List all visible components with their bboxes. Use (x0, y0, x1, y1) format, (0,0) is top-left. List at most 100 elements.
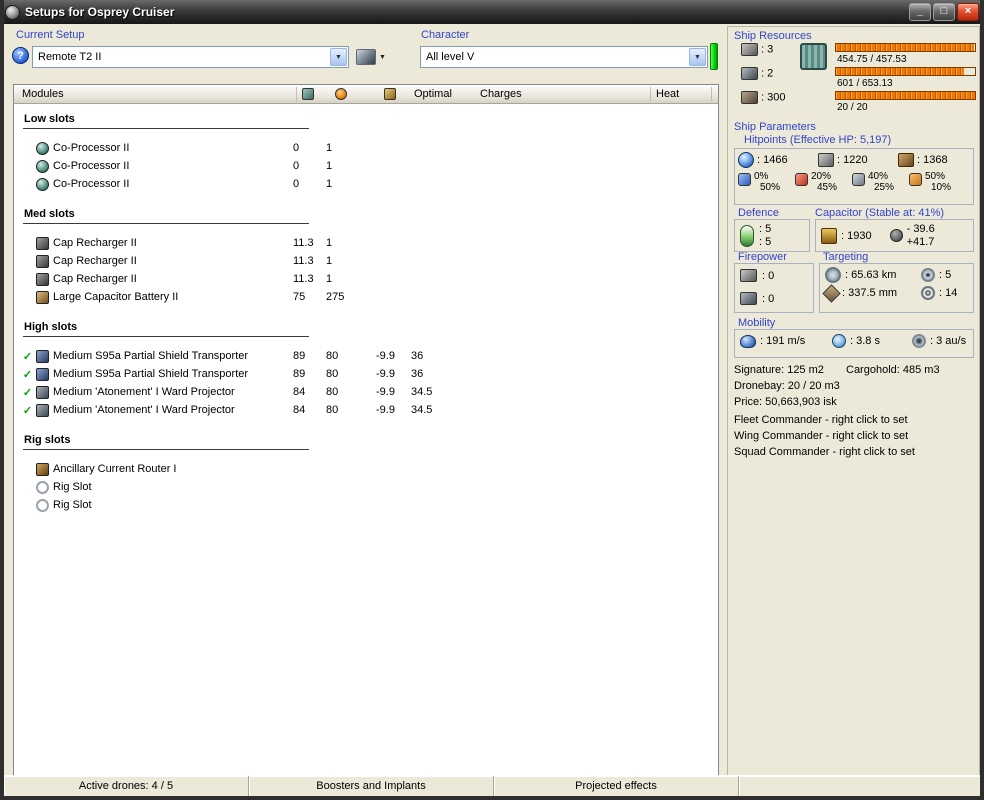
module-row[interactable]: Ancillary Current Router I (14, 460, 718, 478)
hitpoints-box: : 1466 : 1220 : 1368 0% 50% 20% 45% 40% … (734, 148, 974, 205)
fleet-commander-text[interactable]: Fleet Commander - right click to set (734, 414, 908, 426)
maximize-button[interactable]: □ (933, 3, 955, 21)
module-pg-value: 1 (326, 255, 333, 267)
turret-hardpoints: : 3 (741, 43, 773, 56)
sensor-strength-value: : 14 (939, 287, 958, 299)
active-drones-tab[interactable]: Active drones: 4 / 5 (4, 776, 249, 796)
launcher-hardpoints: : 2 (741, 67, 773, 80)
targeting-box: : 65.63 km : 5 : 337.5 mm : 14 (819, 263, 974, 313)
turret-dps-icon (740, 269, 757, 282)
cpu-usage-text: 454.75 / 457.53 (837, 54, 907, 65)
module-row[interactable]: ✓ Medium 'Atonement' I Ward Projector 84… (14, 383, 718, 401)
defence-top-value: : 5 (759, 222, 772, 235)
shield-repair-icon (740, 224, 754, 247)
module-row[interactable]: Rig Slot (14, 478, 718, 496)
module-row[interactable]: Co-Processor II 0 1 (14, 157, 718, 175)
scan-resolution-value: : 337.5 mm (842, 287, 898, 299)
close-button[interactable]: × (957, 3, 979, 21)
targeting-range-value: : 65.63 km (845, 269, 897, 281)
targeting-label: Targeting (823, 251, 869, 263)
minimize-button[interactable]: _ (909, 3, 931, 21)
module-row[interactable]: Cap Recharger II 11.3 1 (14, 234, 718, 252)
firepower-label: Firepower (738, 251, 787, 263)
powergrid-usage-bar (835, 67, 976, 76)
module-pg-value: 1 (326, 178, 333, 190)
module-icon (36, 403, 49, 417)
capacitor-recharge: +41.7 (906, 235, 935, 248)
module-pg-value: 80 (326, 350, 339, 362)
module-icon (36, 290, 49, 304)
module-name: Cap Recharger II (53, 255, 137, 267)
capacitor-column-icon (384, 88, 396, 100)
module-row[interactable]: Cap Recharger II 11.3 1 (14, 270, 718, 288)
wing-commander-text[interactable]: Wing Commander - right click to set (734, 430, 908, 442)
defence-box: : 5 : 5 (734, 219, 810, 252)
ship-menu-button[interactable]: ▼ (354, 46, 398, 68)
powergrid-usage-text: 601 / 653.13 (837, 78, 893, 89)
module-cpu-value: 89 (293, 350, 306, 362)
module-row[interactable]: ✓ Medium S95a Partial Shield Transporter… (14, 365, 718, 383)
shield-icon (738, 152, 754, 168)
character-combobox[interactable]: All level V ▼ (420, 46, 708, 68)
module-row[interactable]: Cap Recharger II 11.3 1 (14, 252, 718, 270)
module-icon (36, 159, 49, 173)
section-rig-slots: Rig slots (23, 433, 309, 450)
boosters-implants-tab[interactable]: Boosters and Implants (249, 776, 494, 796)
module-name: Medium S95a Partial Shield Transporter (53, 368, 249, 380)
help-icon[interactable]: ? (12, 47, 29, 64)
module-row[interactable]: Large Capacitor Battery II 75 275 (14, 288, 718, 306)
module-cap-value: -9.9 (376, 386, 395, 398)
capacitor-icon (821, 227, 837, 244)
module-name: Rig Slot (53, 481, 92, 493)
section-low-slots: Low slots (23, 112, 309, 129)
module-optimal-value: 34.5 (411, 404, 433, 416)
status-bar-filler (739, 776, 980, 796)
launcher-hardpoint-count: : 2 (761, 67, 774, 80)
chevron-down-icon[interactable]: ▼ (689, 48, 706, 66)
signature-text: Signature: 125 m2 (734, 364, 824, 376)
module-row[interactable]: Rig Slot (14, 496, 718, 514)
warp-speed-value: : 3 au/s (930, 335, 967, 347)
em-shield-resist: 0% (754, 171, 769, 182)
modules-header[interactable]: Modules Optimal Charges Heat (14, 85, 718, 104)
module-pg-value: 1 (326, 273, 333, 285)
turret-hardpoint-icon (741, 43, 758, 56)
setup-combobox[interactable]: Remote T2 II ▼ (32, 46, 349, 68)
max-targets-value: : 5 (939, 269, 952, 281)
empty-rig-slot-icon (36, 498, 49, 512)
projected-effects-tab[interactable]: Projected effects (494, 776, 739, 796)
module-name: Medium S95a Partial Shield Transporter (53, 350, 249, 362)
module-cpu-value: 11.3 (293, 237, 314, 249)
align-time-icon (832, 334, 846, 348)
window-title: Setups for Osprey Cruiser (25, 5, 175, 19)
charges-column-header: Charges (480, 88, 522, 100)
module-icon (36, 141, 49, 155)
max-velocity-value: : 191 m/s (760, 335, 806, 347)
current-setup-label: Current Setup (16, 29, 85, 41)
kinetic-shield-resist: 40% (868, 171, 889, 182)
module-row[interactable]: Co-Processor II 0 1 (14, 139, 718, 157)
module-optimal-value: 36 (411, 350, 424, 362)
module-pg-value: 1 (326, 237, 333, 249)
hull-icon (898, 153, 914, 167)
explosive-armor-resist: 10% (931, 182, 952, 193)
cpu-chip-icon (800, 43, 827, 70)
section-med-slots: Med slots (23, 207, 309, 224)
module-name: Large Capacitor Battery II (53, 291, 179, 303)
module-cpu-value: 84 (293, 386, 306, 398)
module-row[interactable]: Co-Processor II 0 1 (14, 175, 718, 193)
module-row[interactable]: ✓ Medium 'Atonement' I Ward Projector 84… (14, 401, 718, 419)
module-cpu-value: 75 (293, 291, 306, 303)
module-pg-value: 1 (326, 142, 333, 154)
squad-commander-text[interactable]: Squad Commander - right click to set (734, 446, 915, 458)
module-row[interactable]: ✓ Medium S95a Partial Shield Transporter… (14, 347, 718, 365)
thermal-shield-resist: 20% (811, 171, 832, 182)
module-optimal-value: 36 (411, 368, 424, 380)
title-bar[interactable]: Setups for Osprey Cruiser _ □ × (4, 0, 980, 24)
firepower-box: : 0 : 0 (734, 263, 814, 313)
hull-hp: : 1368 (917, 154, 948, 166)
module-active-icon: ✓ (22, 404, 33, 417)
chevron-down-icon[interactable]: ▼ (330, 48, 347, 66)
price-text: Price: 50,663,903 isk (734, 396, 837, 408)
module-pg-value: 275 (326, 291, 345, 303)
